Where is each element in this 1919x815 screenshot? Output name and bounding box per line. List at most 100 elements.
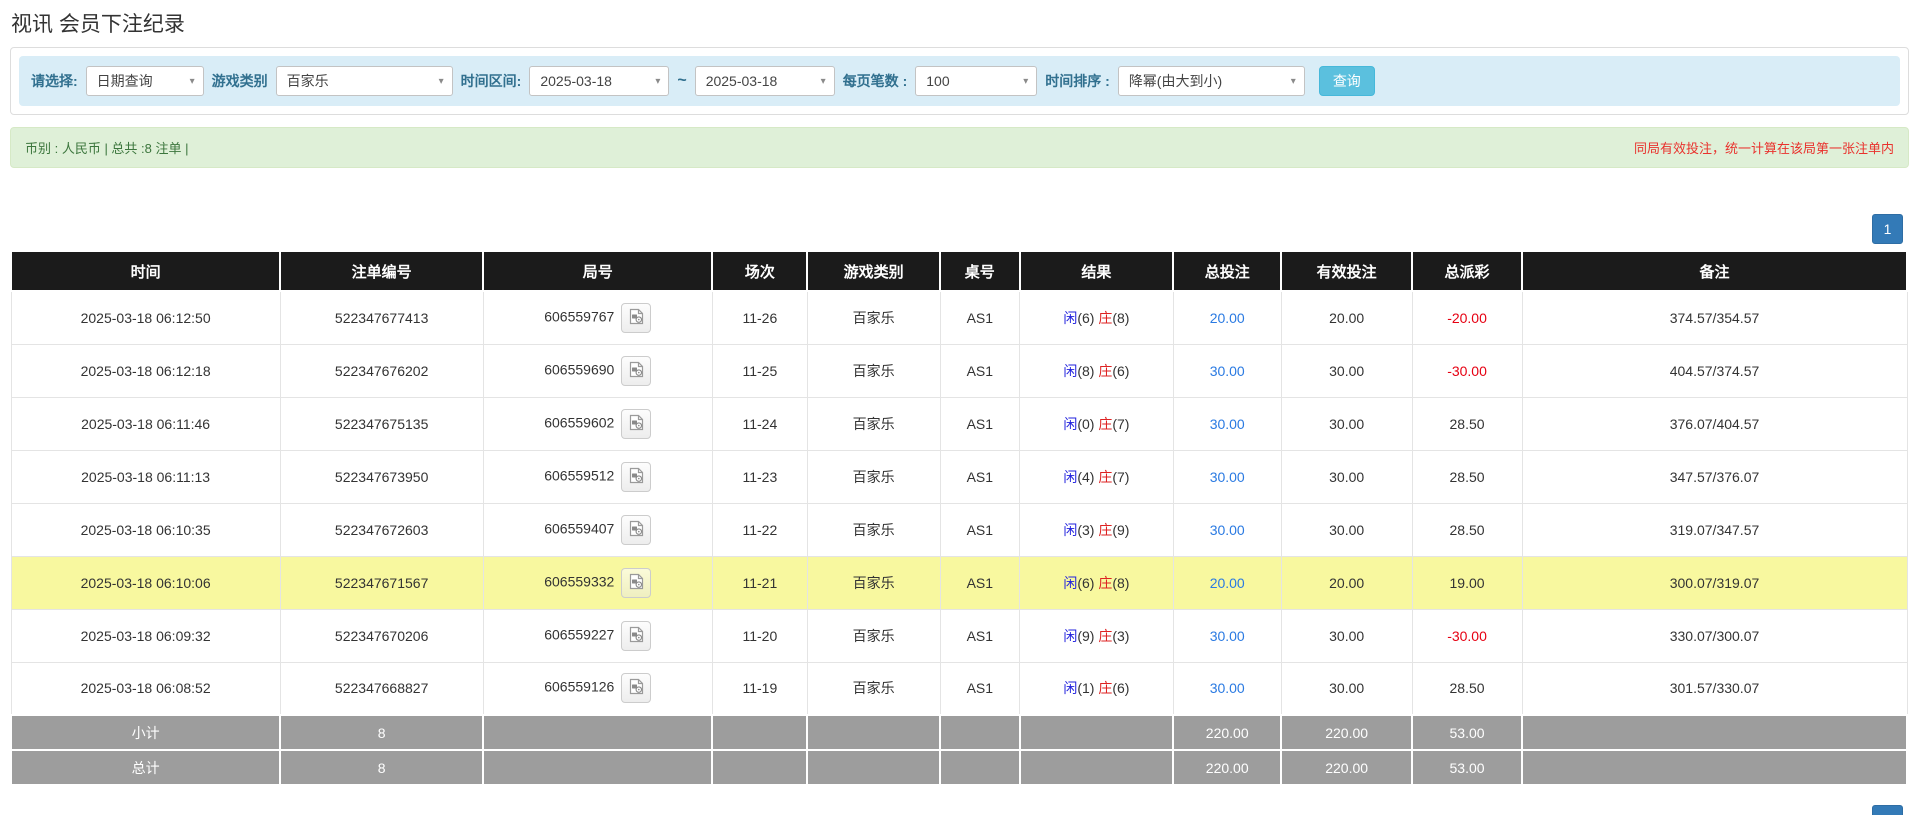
filter-panel: 请选择: 日期查询 ▾ 游戏类别 百家乐 ▾ 时间区间: 2025-03-18 … (10, 47, 1909, 115)
per-page-label: 每页笔数 : (842, 73, 908, 89)
total-bet-link[interactable]: 30.00 (1210, 680, 1245, 696)
bet-records-table: 时间 注单编号 局号 场次 游戏类别 桌号 结果 总投注 有效投注 总派彩 备注 2025-03-1… (9, 250, 1908, 786)
valid-bet-note: 同局有效投注，统一计算在该局第一张注单内 (1633, 141, 1894, 156)
cell-result: 闲(4) 庄(7) (1019, 449, 1174, 504)
currency-total-text: 币别 : 人民币 | 总共 :8 注单 | (25, 141, 189, 156)
footer-empty-cell (482, 714, 714, 751)
video-replay-button[interactable] (621, 461, 652, 492)
cell-valid-bet: 30.00 (1280, 502, 1413, 557)
footer-empty-cell (1521, 749, 1908, 786)
video-replay-icon (628, 520, 645, 540)
total-bet-link[interactable]: 20.00 (1210, 575, 1245, 591)
total-bet-link[interactable]: 30.00 (1210, 469, 1245, 485)
cell-valid-bet: 30.00 (1280, 661, 1413, 716)
date-from-select[interactable]: 2025-03-18 ▾ (529, 66, 670, 96)
time-range-label: 时间区间: (460, 73, 522, 89)
result-player: 闲 (1063, 680, 1078, 697)
cell-bet-id: 522347670206 (279, 608, 484, 663)
cell-session: 11-21 (711, 555, 808, 610)
cell-table-no: AS1 (939, 555, 1021, 610)
cell-session: 11-19 (711, 661, 808, 716)
result-player: 闲 (1063, 627, 1078, 644)
payout-value: -20.00 (1447, 309, 1487, 326)
footer-empty-cell (711, 714, 809, 751)
video-replay-button[interactable] (621, 514, 652, 545)
result-player-score: (1) (1077, 680, 1099, 697)
cell-bet-id: 522347677413 (279, 290, 484, 345)
cell-game-type: 百家乐 (806, 555, 941, 610)
cell-table-no: AS1 (939, 608, 1021, 663)
result-banker: 庄 (1098, 415, 1113, 432)
cell-session: 11-20 (711, 608, 808, 663)
per-page-select[interactable]: 100 ▾ (915, 66, 1038, 96)
column-header: 总派彩 (1411, 250, 1524, 292)
cell-table-no: AS1 (939, 396, 1021, 451)
result-banker-score: (6) (1112, 680, 1130, 697)
table-row: 2025-03-18 06:12:18 522347676202 606559690… (10, 343, 1908, 398)
total-bet-link[interactable]: 20.00 (1210, 310, 1245, 326)
time-sort-select[interactable]: 降幂(由大到小) ▾ (1117, 66, 1305, 96)
cell-session: 11-22 (711, 502, 808, 557)
payout-value: 28.50 (1449, 521, 1485, 538)
cell-time: 2025-03-18 06:12:50 (10, 290, 281, 345)
query-type-value: 日期查询 (96, 73, 153, 89)
total-bet-link[interactable]: 30.00 (1210, 522, 1245, 538)
cell-result: 闲(0) 庄(7) (1019, 396, 1174, 451)
query-type-select[interactable]: 日期查询 ▾ (85, 66, 204, 96)
video-replay-button[interactable] (621, 673, 652, 704)
cell-bet-id: 522347673950 (279, 449, 484, 504)
total-bet-link[interactable]: 30.00 (1210, 416, 1245, 432)
total-bet-link[interactable]: 30.00 (1210, 363, 1245, 379)
footer-label: 小计 (9, 714, 282, 751)
cell-time: 2025-03-18 06:12:18 (10, 343, 281, 398)
result-banker-score: (8) (1112, 309, 1130, 326)
video-replay-icon (628, 573, 645, 593)
cell-payout: -30.00 (1411, 608, 1523, 663)
cell-bet-id: 522347672603 (279, 502, 484, 557)
result-player-score: (4) (1077, 468, 1099, 485)
cell-bet-id: 522347671567 (279, 555, 484, 610)
game-type-label: 游戏类别 (211, 73, 268, 89)
per-page-value: 100 (926, 73, 950, 89)
result-banker-score: (6) (1112, 362, 1130, 379)
cell-game-type: 百家乐 (806, 449, 941, 504)
total-bet-link[interactable]: 30.00 (1210, 628, 1245, 644)
cell-round-id: 606559512 (482, 449, 713, 504)
video-replay-button[interactable] (621, 408, 652, 439)
result-banker-score: (3) (1112, 627, 1130, 644)
cell-round-id: 606559126 (482, 661, 713, 716)
footer-label: 总计 (9, 749, 282, 786)
cell-result: 闲(9) 庄(3) (1019, 608, 1174, 663)
time-sort-label: 时间排序 : (1045, 73, 1110, 89)
video-replay-button[interactable] (621, 355, 652, 386)
column-header: 备注 (1521, 250, 1908, 292)
page-root: 视讯 会员下注纪录 请选择: 日期查询 ▾ 游戏类别 百家乐 ▾ 时间区间: 2… (0, 0, 1919, 815)
page-1-button[interactable]: 1 (1872, 805, 1903, 815)
cell-remark: 404.57/374.57 (1521, 343, 1908, 398)
cell-total-bet: 20.00 (1172, 290, 1282, 345)
video-replay-button[interactable] (621, 302, 652, 333)
cell-round-id: 606559227 (482, 608, 713, 663)
cell-bet-id: 522347676202 (279, 343, 484, 398)
result-player: 闲 (1063, 415, 1078, 432)
cell-result: 闲(3) 庄(9) (1019, 502, 1174, 557)
cell-game-type: 百家乐 (806, 608, 941, 663)
video-replay-button[interactable] (621, 567, 652, 598)
page-1-button[interactable]: 1 (1872, 214, 1903, 244)
chevron-down-icon: ▾ (820, 75, 826, 87)
video-replay-button[interactable] (621, 620, 652, 651)
date-to-select[interactable]: 2025-03-18 ▾ (694, 66, 835, 96)
footer-total-bet: 220.00 (1172, 749, 1283, 786)
column-header: 局号 (482, 250, 714, 292)
game-type-select[interactable]: 百家乐 ▾ (275, 66, 453, 96)
cell-payout: -30.00 (1411, 343, 1523, 398)
footer-empty-cell (806, 749, 941, 786)
cell-session: 11-25 (711, 343, 808, 398)
result-player: 闲 (1063, 468, 1078, 485)
table-row: 2025-03-18 06:11:13 522347673950 606559512… (10, 449, 1908, 504)
result-player: 闲 (1063, 574, 1078, 591)
search-button[interactable]: 查询 (1318, 66, 1375, 96)
cell-round-id: 606559332 (482, 555, 713, 610)
cell-round-id: 606559690 (482, 343, 713, 398)
pagination-top: 1 (0, 214, 1903, 244)
